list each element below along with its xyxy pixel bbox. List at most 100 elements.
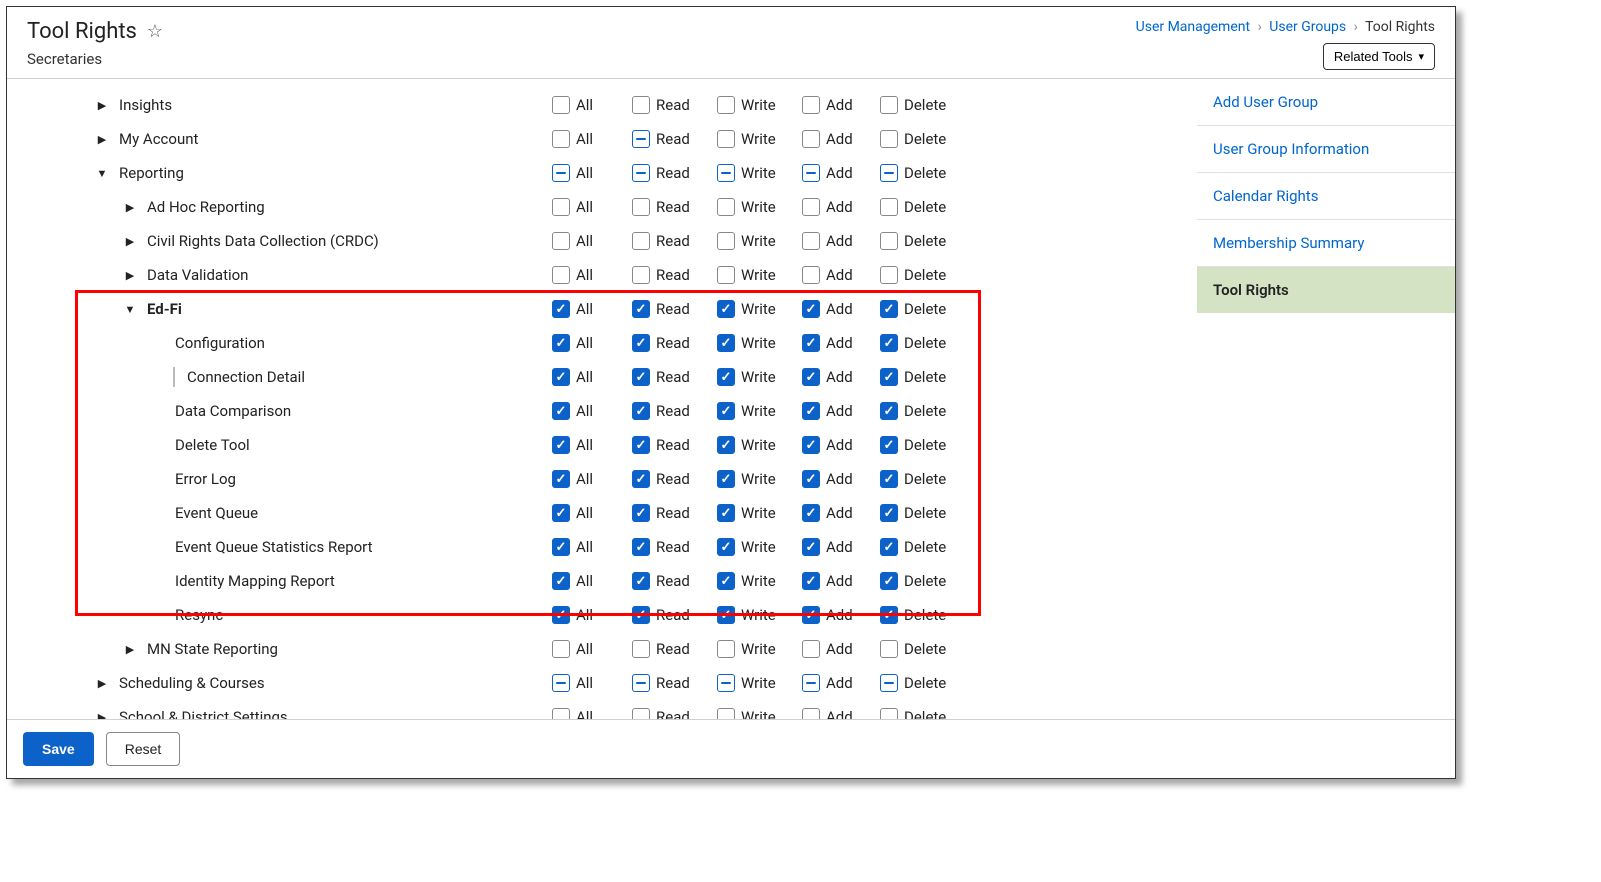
side-nav-item[interactable]: User Group Information: [1197, 126, 1455, 173]
tree-item-label[interactable]: My Account: [119, 130, 198, 148]
checkbox-write[interactable]: [717, 470, 735, 488]
checkbox-write[interactable]: [717, 300, 735, 318]
checkbox-all[interactable]: [552, 266, 570, 284]
checkbox-read[interactable]: [632, 300, 650, 318]
checkbox-delete[interactable]: [880, 232, 898, 250]
tree-item-label[interactable]: School & District Settings: [119, 708, 288, 719]
checkbox-write[interactable]: [717, 436, 735, 454]
checkbox-all[interactable]: [552, 334, 570, 352]
checkbox-add[interactable]: [802, 402, 820, 420]
checkbox-all[interactable]: [552, 232, 570, 250]
checkbox-add[interactable]: [802, 164, 820, 182]
checkbox-add[interactable]: [802, 606, 820, 624]
checkbox-add[interactable]: [802, 504, 820, 522]
tree-item-label[interactable]: MN State Reporting: [147, 640, 278, 658]
checkbox-write[interactable]: [717, 708, 735, 719]
checkbox-read[interactable]: [632, 708, 650, 719]
breadcrumb-link[interactable]: User Groups: [1269, 19, 1346, 35]
checkbox-all[interactable]: [552, 674, 570, 692]
tree-item-label[interactable]: Data Validation: [147, 266, 248, 284]
checkbox-read[interactable]: [632, 334, 650, 352]
checkbox-write[interactable]: [717, 130, 735, 148]
checkbox-add[interactable]: [802, 674, 820, 692]
reset-button[interactable]: Reset: [106, 732, 181, 766]
checkbox-all[interactable]: [552, 538, 570, 556]
checkbox-all[interactable]: [552, 198, 570, 216]
checkbox-delete[interactable]: [880, 164, 898, 182]
tree-item-label[interactable]: Data Comparison: [175, 402, 291, 420]
expand-icon[interactable]: ▶: [95, 99, 109, 112]
checkbox-delete[interactable]: [880, 130, 898, 148]
checkbox-read[interactable]: [632, 606, 650, 624]
checkbox-read[interactable]: [632, 402, 650, 420]
checkbox-read[interactable]: [632, 674, 650, 692]
checkbox-write[interactable]: [717, 674, 735, 692]
checkbox-write[interactable]: [717, 606, 735, 624]
breadcrumb-link[interactable]: User Management: [1136, 19, 1250, 35]
checkbox-all[interactable]: [552, 504, 570, 522]
tree-item-label[interactable]: Connection Detail: [187, 368, 305, 386]
checkbox-write[interactable]: [717, 538, 735, 556]
checkbox-add[interactable]: [802, 640, 820, 658]
checkbox-read[interactable]: [632, 538, 650, 556]
checkbox-read[interactable]: [632, 504, 650, 522]
checkbox-delete[interactable]: [880, 402, 898, 420]
expand-icon[interactable]: ▶: [95, 677, 109, 690]
expand-icon[interactable]: ▶: [123, 201, 137, 214]
checkbox-all[interactable]: [552, 708, 570, 719]
checkbox-add[interactable]: [802, 96, 820, 114]
tree-item-label[interactable]: Configuration: [175, 334, 265, 352]
tree-item-label[interactable]: Identity Mapping Report: [175, 572, 335, 590]
checkbox-add[interactable]: [802, 130, 820, 148]
checkbox-write[interactable]: [717, 334, 735, 352]
checkbox-write[interactable]: [717, 232, 735, 250]
checkbox-add[interactable]: [802, 198, 820, 216]
tree-item-label[interactable]: Ed-Fi: [147, 300, 182, 318]
checkbox-write[interactable]: [717, 368, 735, 386]
checkbox-write[interactable]: [717, 164, 735, 182]
checkbox-write[interactable]: [717, 96, 735, 114]
checkbox-add[interactable]: [802, 708, 820, 719]
tree-item-label[interactable]: Error Log: [175, 470, 236, 488]
checkbox-read[interactable]: [632, 368, 650, 386]
checkbox-read[interactable]: [632, 96, 650, 114]
checkbox-add[interactable]: [802, 470, 820, 488]
checkbox-delete[interactable]: [880, 674, 898, 692]
checkbox-delete[interactable]: [880, 436, 898, 454]
checkbox-read[interactable]: [632, 130, 650, 148]
checkbox-all[interactable]: [552, 164, 570, 182]
tool-rights-tree[interactable]: ▶InsightsAllReadWriteAddDelete▶My Accoun…: [7, 79, 1197, 719]
checkbox-delete[interactable]: [880, 538, 898, 556]
expand-icon[interactable]: ▶: [123, 269, 137, 282]
checkbox-all[interactable]: [552, 640, 570, 658]
checkbox-read[interactable]: [632, 572, 650, 590]
checkbox-write[interactable]: [717, 640, 735, 658]
checkbox-read[interactable]: [632, 436, 650, 454]
expand-icon[interactable]: ▶: [123, 235, 137, 248]
tree-item-label[interactable]: Delete Tool: [175, 436, 250, 454]
checkbox-all[interactable]: [552, 130, 570, 148]
save-button[interactable]: Save: [23, 732, 94, 766]
checkbox-add[interactable]: [802, 538, 820, 556]
checkbox-delete[interactable]: [880, 266, 898, 284]
checkbox-write[interactable]: [717, 266, 735, 284]
expand-icon[interactable]: ▶: [95, 133, 109, 146]
checkbox-write[interactable]: [717, 198, 735, 216]
checkbox-write[interactable]: [717, 402, 735, 420]
related-tools-button[interactable]: Related Tools ▾: [1323, 43, 1435, 70]
checkbox-add[interactable]: [802, 572, 820, 590]
tree-item-label[interactable]: Scheduling & Courses: [119, 674, 265, 692]
checkbox-all[interactable]: [552, 402, 570, 420]
checkbox-add[interactable]: [802, 232, 820, 250]
tree-item-label[interactable]: Ad Hoc Reporting: [147, 198, 265, 216]
side-nav-item[interactable]: Tool Rights: [1197, 267, 1455, 313]
checkbox-add[interactable]: [802, 334, 820, 352]
checkbox-delete[interactable]: [880, 368, 898, 386]
side-nav-item[interactable]: Add User Group: [1197, 79, 1455, 126]
checkbox-delete[interactable]: [880, 300, 898, 318]
checkbox-write[interactable]: [717, 504, 735, 522]
checkbox-add[interactable]: [802, 300, 820, 318]
checkbox-delete[interactable]: [880, 640, 898, 658]
checkbox-all[interactable]: [552, 300, 570, 318]
tree-item-label[interactable]: Resync: [175, 606, 223, 624]
